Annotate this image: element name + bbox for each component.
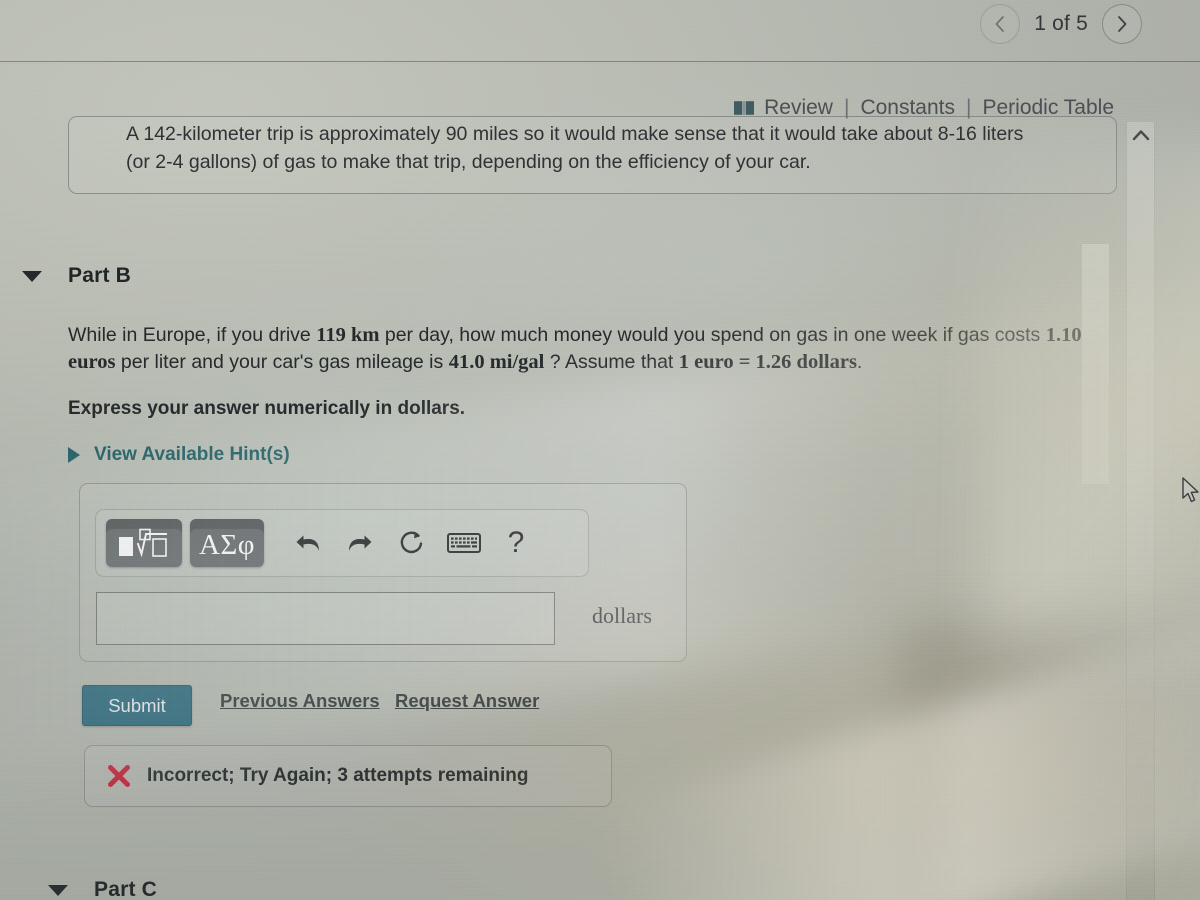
redo-button[interactable] [334,529,386,557]
triangle-down-icon [48,884,68,896]
resource-separator-2: | [966,96,972,119]
vertical-scrollbar-thumb[interactable] [1082,244,1109,484]
constants-link[interactable]: Constants [860,96,955,120]
chevron-up-icon [1132,130,1150,141]
top-navigation-bar: 1 of 5 [0,0,1200,62]
chevron-right-icon [1118,16,1127,32]
mouse-pointer-icon [1182,477,1199,503]
reset-button[interactable] [386,528,438,558]
vertical-scrollbar-track[interactable] [1082,122,1155,900]
greek-symbols-button[interactable]: ΑΣφ [190,519,264,567]
resource-separator-1: | [843,96,850,119]
previous-answers-link[interactable]: Previous Answers [220,690,380,712]
part-b-title: Part B [68,264,132,287]
chevron-left-icon [995,16,1005,32]
view-hints-toggle[interactable]: View Available Hint(s) [68,444,290,466]
x-mark-icon [108,765,130,787]
question-value-exchange-rate: 1 euro = 1.26 dollars [678,351,857,373]
question-segment-1: While in Europe, if you drive [68,324,317,346]
part-b-question-text: While in Europe, if you drive 119 km per… [68,322,1103,376]
question-segment-4: ? Assume that [544,351,679,373]
submit-button[interactable]: Submit [82,685,192,726]
review-link[interactable]: Review [764,96,833,120]
mouse-pointer [1182,477,1200,510]
previous-page-button[interactable] [980,4,1021,44]
previous-part-feedback-text: A 142-kilometer trip is approximately 90… [126,120,1086,176]
question-mark-icon: ? [507,526,525,559]
keyboard-icon [447,533,481,553]
part-c-header[interactable]: Part C [48,878,157,900]
redo-arrow-icon [349,535,372,551]
part-c-title: Part C [94,878,158,900]
math-template-button[interactable] [106,519,182,567]
previous-feedback-line-2: (or 2-4 gallons) of gas to make that tri… [126,151,811,173]
topbar-divider [0,61,1200,62]
reset-circular-arrow-icon [400,531,423,554]
previous-feedback-line-1: A 142-kilometer trip is approximately 90… [126,123,1024,145]
part-b-header[interactable]: Part B [22,264,131,288]
help-button[interactable]: ? [490,526,542,560]
answer-instruction: Express your answer numerically in dolla… [68,398,466,419]
keyboard-button[interactable] [438,532,490,554]
math-template-icon [119,528,167,558]
undo-button[interactable] [282,529,334,557]
incorrect-feedback-box: Incorrect; Try Again; 3 attempts remaini… [84,745,612,807]
request-answer-link[interactable]: Request Answer [395,690,539,712]
page-indicator: 1 of 5 [1034,12,1088,35]
scroll-up-button[interactable] [1132,128,1150,146]
question-segment-5: . [856,351,863,373]
triangle-right-icon [68,447,80,463]
math-entry-toolbar: ΑΣφ ? [95,509,589,577]
answer-unit-label: dollars [592,603,652,628]
page-pager: 1 of 5 [980,4,1142,44]
view-hints-label: View Available Hint(s) [94,444,290,465]
periodic-table-link[interactable]: Periodic Table [982,96,1114,120]
feedback-message: Incorrect; Try Again; 3 attempts remaini… [147,765,529,786]
next-page-button[interactable] [1102,4,1142,44]
question-segment-3: per liter and your car's gas mileage is [115,351,449,373]
undo-arrow-icon [296,535,319,551]
triangle-down-icon [22,270,42,282]
question-value-mileage: 41.0 mi/gal [448,351,545,373]
question-value-distance: 119 km [316,324,380,346]
book-icon [734,101,755,115]
screen-photo: 1 of 5 Review | Constants | Periodic Tab… [0,0,1200,900]
resource-links-bar: Review | Constants | Periodic Table [733,96,1114,120]
answer-input[interactable] [96,592,555,645]
question-segment-2: per day, how much money would you spend … [379,324,1046,346]
